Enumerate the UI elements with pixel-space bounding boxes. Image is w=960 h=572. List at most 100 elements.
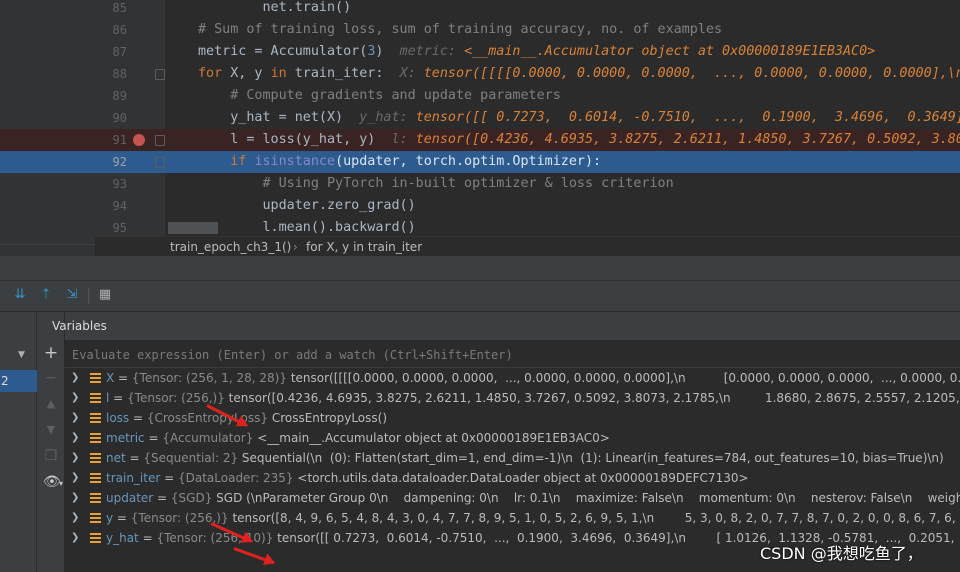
variable-row[interactable]: ❯ y = {Tensor: (256,)} tensor([8, 4, 9, 6… [65, 508, 960, 528]
line-number[interactable]: 86 [95, 19, 127, 41]
fold-marker-icon[interactable] [155, 69, 165, 80]
code-line[interactable]: 85 net.train() [0, 0, 960, 19]
variable-icon [90, 433, 101, 443]
variables-header: Variables [52, 312, 960, 340]
code-text[interactable]: # Using PyTorch in-built optimizer & los… [198, 173, 674, 195]
debug-panel-header [0, 256, 960, 281]
variable-row[interactable]: ❯ loss = {CrossEntropyLoss} CrossEntropyL… [65, 408, 960, 428]
line-number[interactable]: 94 [95, 195, 127, 217]
code-line[interactable]: 87 metric = Accumulator(3) metric: <__mai… [0, 41, 960, 63]
variable-name: X [106, 371, 115, 385]
variable-type: {SGD} [170, 491, 213, 505]
expand-chevron-icon[interactable]: ❯ [71, 488, 79, 508]
code-token: <__main__.Accumulator object at 0x000001… [464, 44, 876, 59]
expand-chevron-icon[interactable]: ❯ [71, 388, 79, 408]
code-text[interactable]: if isinstance(updater, torch.optim.Optim… [198, 151, 601, 173]
variable-name: train_iter [106, 471, 161, 485]
variable-type: {Accumulator} [162, 431, 254, 445]
line-number[interactable]: 87 [95, 41, 127, 63]
step-out-icon[interactable]: ⇡ [38, 287, 54, 303]
code-token: tensor([[[[0.0000, 0.0000, 0.0000, ..., … [423, 66, 960, 81]
code-token: # Sum of training loss, sum of training … [198, 22, 723, 37]
variables-title: Variables [52, 319, 107, 333]
code-line[interactable]: 94 updater.zero_grad() [0, 195, 960, 217]
code-text[interactable]: y_hat = net(X) y_hat: tensor([[ 0.7273, … [198, 107, 960, 129]
code-token: y_hat: [359, 110, 416, 125]
code-line[interactable]: 86 # Sum of training loss, sum of trainin… [0, 19, 960, 41]
variable-value: Sequential(\n (0): Flatten(start_dim=1, … [241, 451, 944, 465]
expand-chevron-icon[interactable]: ❯ [71, 508, 79, 528]
code-token: in [270, 66, 295, 81]
variables-side-toolbar: + − ▲ ▼ ❐ 👁 ▾ [37, 312, 65, 572]
variable-icon [90, 473, 101, 483]
code-token: l.mean().backward() [262, 220, 416, 235]
line-number[interactable]: 93 [95, 173, 127, 195]
line-number[interactable]: 90 [95, 107, 127, 129]
variable-row[interactable]: ❯ l = {Tensor: (256,)} tensor([0.4236, 4.… [65, 388, 960, 408]
run-to-cursor-icon[interactable]: ⇲ [64, 287, 80, 303]
chevron-down-icon[interactable]: ▼ [18, 350, 25, 360]
code-token: y_hat = net(X) [230, 110, 360, 125]
expand-chevron-icon[interactable]: ❯ [71, 468, 79, 488]
breadcrumb-function[interactable]: train_epoch_ch3_1() [170, 237, 291, 257]
expand-chevron-icon[interactable]: ❯ [71, 368, 79, 388]
code-text[interactable]: # Sum of training loss, sum of training … [198, 19, 722, 41]
variable-type: {Tensor: (256, 1, 28, 28)} [131, 371, 287, 385]
variable-name: net [106, 451, 126, 465]
variable-name: y_hat [106, 531, 139, 545]
code-line[interactable]: 93 # Using PyTorch in-built optimizer & … [0, 173, 960, 195]
add-watch-icon[interactable]: + [43, 345, 59, 362]
variable-value: tensor([8, 4, 9, 6, 5, 4, 8, 4, 3, 0, 4,… [232, 511, 960, 525]
variable-icon [90, 413, 101, 423]
code-text[interactable]: net.train() [198, 0, 352, 19]
variable-row[interactable]: ❯ updater = {SGD} SGD (\nParameter Group … [65, 488, 960, 508]
variable-row[interactable]: ❯ train_iter = {DataLoader: 235} <torch.u… [65, 468, 960, 488]
variable-name: updater [106, 491, 154, 505]
breakpoint-icon[interactable] [133, 134, 145, 146]
code-text[interactable]: updater.zero_grad() [198, 195, 416, 217]
fold-marker-icon[interactable] [155, 157, 165, 168]
code-text[interactable]: # Compute gradients and update parameter… [198, 85, 561, 107]
expand-chevron-icon[interactable]: ❯ [71, 408, 79, 428]
expand-chevron-icon[interactable]: ❯ [71, 448, 79, 468]
code-token: ) [375, 44, 400, 59]
variable-row[interactable]: ❯ metric = {Accumulator} <__main__.Accumu… [65, 428, 960, 448]
code-token: train_iter: [294, 66, 400, 81]
fold-marker-icon[interactable] [155, 135, 165, 146]
code-token: for [198, 66, 231, 81]
code-text[interactable]: for X, y in train_iter: X: tensor([[[[0.… [198, 63, 960, 85]
code-line[interactable]: 92 if isinstance(updater, torch.optim.Op… [0, 151, 960, 173]
variable-row[interactable]: ❯ X = {Tensor: (256, 1, 28, 28)} tensor([… [65, 368, 960, 388]
variable-value: tensor([[[[0.0000, 0.0000, 0.0000, ..., … [290, 371, 960, 385]
expand-chevron-icon[interactable]: ❯ [71, 428, 79, 448]
expand-chevron-icon[interactable]: ❯ [71, 528, 79, 548]
move-down-icon[interactable]: ▼ [43, 422, 59, 438]
code-text[interactable]: l = loss(y_hat, y) l: tensor([0.4236, 4.… [198, 129, 960, 151]
step-into-icon[interactable]: ⇊ [12, 287, 28, 303]
remove-watch-icon[interactable]: − [43, 370, 59, 386]
move-up-icon[interactable]: ▲ [43, 396, 59, 412]
evaluate-expression-input[interactable] [65, 340, 960, 369]
variable-icon [90, 373, 101, 383]
line-number[interactable]: 85 [95, 0, 127, 19]
line-number[interactable]: 89 [95, 85, 127, 107]
line-number[interactable]: 91 [95, 129, 127, 151]
code-line[interactable]: 90 y_hat = net(X) y_hat: tensor([[ 0.727… [0, 107, 960, 129]
code-token: (updater, torch.optim.Optimizer): [335, 154, 602, 169]
variable-name: loss [106, 411, 130, 425]
evaluate-table-icon[interactable]: ▦ [97, 287, 113, 303]
code-line[interactable]: 89 # Compute gradients and update parame… [0, 85, 960, 107]
watermark: CSDN @我想吃鱼了， [760, 544, 923, 563]
line-number[interactable]: 92 [95, 151, 127, 173]
line-number[interactable]: 88 [95, 63, 127, 85]
variable-value: SGD (\nParameter Group 0\n dampening: 0\… [216, 491, 960, 505]
breadcrumb-loop[interactable]: for X, y in train_iter [306, 237, 422, 257]
code-text[interactable]: metric = Accumulator(3) metric: <__main_… [198, 41, 875, 63]
code-token: # Using PyTorch in-built optimizer & los… [262, 176, 674, 191]
variable-row[interactable]: ❯ net = {Sequential: 2} Sequential(\n (0)… [65, 448, 960, 468]
code-line[interactable]: 88 for X, y in train_iter: X: tensor([[[[… [0, 63, 960, 85]
editor-horizontal-scrollbar[interactable] [168, 222, 218, 234]
code-line[interactable]: 91 l = loss(y_hat, y) l: tensor([0.4236,… [0, 129, 960, 151]
frame-selected[interactable]: 2 [0, 370, 37, 392]
duplicate-icon[interactable]: ❐ [43, 448, 59, 464]
